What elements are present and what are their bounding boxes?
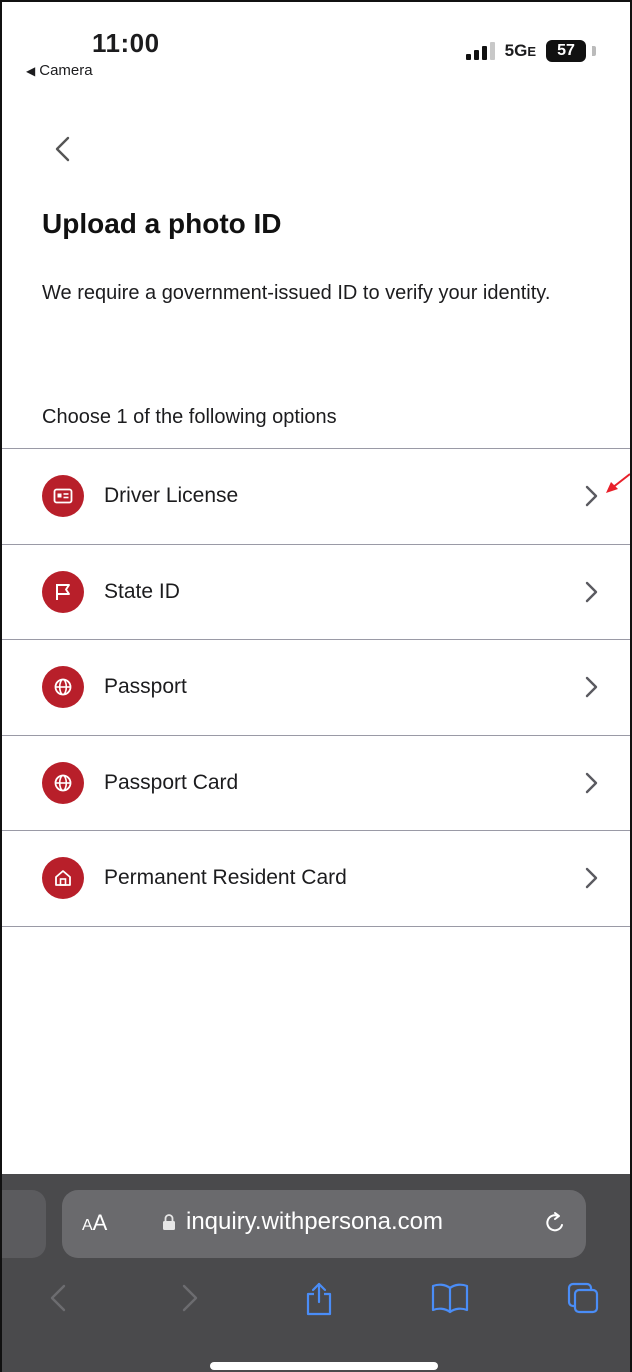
status-bar: 11:00 ◀ Camera 5GE 57 — [2, 2, 630, 92]
browser-toolbar: AA inquiry.withpersona.com — [2, 1174, 630, 1372]
flag-icon — [42, 570, 84, 613]
option-permanent-resident-card[interactable]: Permanent Resident Card — [2, 831, 630, 927]
back-app-label: Camera — [39, 62, 93, 79]
battery-level: 57 — [557, 42, 575, 59]
status-time: 11:00 — [92, 28, 160, 58]
reload-icon[interactable] — [542, 1210, 568, 1238]
chevron-right-icon — [585, 772, 598, 793]
status-indicators: 5GE 57 — [465, 40, 596, 62]
home-indicator[interactable] — [210, 1362, 438, 1370]
option-passport-card[interactable]: Passport Card — [2, 736, 630, 831]
home-icon — [42, 857, 84, 900]
signal-icon — [465, 42, 495, 60]
globe-icon — [42, 666, 84, 709]
tabs-icon[interactable] — [566, 1280, 600, 1316]
option-label: Permanent Resident Card — [104, 866, 347, 890]
id-options-list: Driver License State ID Passport Passpor… — [2, 448, 630, 927]
browser-forward-icon[interactable] — [172, 1280, 206, 1316]
chevron-right-icon — [585, 486, 598, 507]
phone-frame: 11:00 ◀ Camera 5GE 57 Upload a photo ID … — [0, 0, 632, 1372]
annotation-arrow-icon — [606, 473, 630, 493]
url-text: inquiry.withpersona.com — [186, 1208, 444, 1235]
choose-prompt: Choose 1 of the following options — [42, 406, 337, 428]
chevron-right-icon — [585, 868, 598, 889]
page-title: Upload a photo ID — [42, 208, 282, 239]
option-state-id[interactable]: State ID — [2, 545, 630, 640]
browser-nav-row — [2, 1274, 630, 1324]
address-bar[interactable]: AA inquiry.withpersona.com — [62, 1190, 586, 1258]
option-label: Passport — [104, 675, 187, 699]
browser-back-icon[interactable] — [42, 1280, 76, 1316]
option-label: State ID — [104, 579, 180, 603]
network-type: 5GE — [504, 41, 536, 60]
chevron-left-icon[interactable] — [48, 132, 78, 166]
share-icon[interactable] — [302, 1280, 336, 1316]
previous-tab-peek[interactable] — [2, 1190, 46, 1258]
page-description: We require a government-issued ID to ver… — [42, 282, 551, 304]
option-passport[interactable]: Passport — [2, 640, 630, 736]
chevron-right-icon — [585, 581, 598, 602]
back-to-app-link[interactable]: ◀ Camera — [26, 62, 93, 79]
id-card-icon — [42, 475, 84, 518]
back-triangle-icon: ◀ — [26, 63, 36, 78]
option-driver-license[interactable]: Driver License — [2, 449, 630, 545]
chevron-right-icon — [585, 677, 598, 698]
lock-icon — [163, 1214, 175, 1230]
text-size-button[interactable]: AA — [82, 1210, 107, 1236]
option-label: Driver License — [104, 484, 239, 508]
option-label: Passport Card — [104, 770, 239, 794]
bookmarks-icon[interactable] — [430, 1280, 470, 1316]
globe-icon — [42, 761, 84, 804]
battery-icon: 57 — [546, 40, 596, 62]
